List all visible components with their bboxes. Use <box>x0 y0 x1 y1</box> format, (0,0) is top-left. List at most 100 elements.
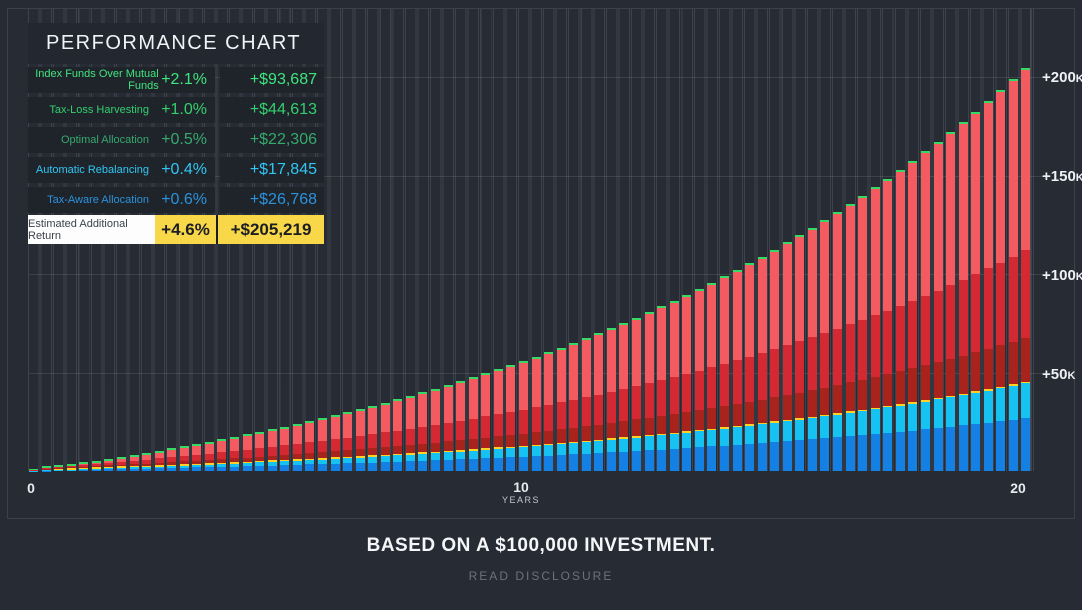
bar-segment <box>544 445 553 455</box>
bar-tip-accent <box>318 418 327 420</box>
bar-tip-accent <box>745 263 754 265</box>
bar-divider-accent <box>820 415 829 417</box>
bar <box>54 466 63 471</box>
legend-title: PERFORMANCE CHART <box>28 23 324 64</box>
bar-segment <box>54 468 63 469</box>
bar-segment <box>532 432 541 444</box>
bar-tip-accent <box>971 112 980 114</box>
bar-segment <box>255 466 264 471</box>
bar-tip-accent <box>908 161 917 163</box>
bar-segment <box>481 438 490 449</box>
bar-segment <box>418 461 427 471</box>
bar-segment <box>519 410 528 434</box>
bar-segment <box>1009 81 1018 256</box>
bar-divider-accent <box>959 394 968 396</box>
bar-tip-accent <box>104 459 113 461</box>
bar-tip-accent <box>820 220 829 222</box>
bar-segment <box>431 443 440 452</box>
bar-segment <box>343 463 352 471</box>
bar-divider-accent <box>481 448 490 450</box>
bar-divider-accent <box>833 413 842 415</box>
bar-segment <box>243 450 252 458</box>
bar-segment <box>431 425 440 443</box>
bar-segment <box>682 297 691 374</box>
bar-divider-accent <box>557 443 566 445</box>
bar-segment <box>393 446 402 454</box>
bar-tip-accent <box>92 461 101 463</box>
bar-tip-accent <box>795 235 804 237</box>
bar-segment <box>720 429 729 446</box>
bar-segment <box>733 404 742 426</box>
bar <box>42 468 51 471</box>
bar-tip-accent <box>896 170 905 172</box>
bar-segment <box>921 429 930 471</box>
legend-row: Index Funds Over Mutual Funds+2.1%+$93,6… <box>28 67 324 93</box>
bar-segment <box>959 356 968 394</box>
bar-segment <box>418 427 427 444</box>
bar-segment <box>293 454 302 459</box>
bar-segment <box>607 423 616 439</box>
bar-segment <box>268 466 277 471</box>
bar-segment <box>607 452 616 471</box>
bar-divider-accent <box>104 467 113 469</box>
bar-tip-accent <box>871 187 880 189</box>
bar-segment <box>481 450 490 458</box>
bar-segment <box>858 198 867 320</box>
bar-segment <box>808 230 817 338</box>
bar-segment <box>896 371 905 404</box>
bar-segment <box>167 462 176 464</box>
read-disclosure-link[interactable]: READ DISCLOSURE <box>0 569 1082 583</box>
bar-segment <box>670 449 679 471</box>
bar-segment <box>846 436 855 471</box>
bar <box>343 412 352 471</box>
bar-divider-accent <box>92 467 101 469</box>
bar <box>92 461 101 471</box>
bar-segment <box>243 458 252 462</box>
bar-segment <box>494 449 503 458</box>
bar-divider-accent <box>494 447 503 449</box>
bar-divider-accent <box>758 423 767 425</box>
bar-tip-accent <box>883 179 892 181</box>
bar-segment <box>79 469 88 470</box>
bar-segment <box>243 436 252 449</box>
bar-segment <box>883 311 892 375</box>
bar <box>670 301 679 471</box>
x-tick-10: 10 <box>491 479 551 495</box>
bar-segment <box>393 401 402 430</box>
legend-total-row: Estimated Additional Return +4.6% +$205,… <box>28 215 324 244</box>
bar-segment <box>255 434 264 448</box>
bar-segment <box>971 114 980 275</box>
bar-tip-accent <box>79 462 88 464</box>
bar <box>230 437 239 471</box>
bar-segment <box>494 436 503 447</box>
legend-row-label: Optimal Allocation <box>61 134 149 146</box>
bar-tip-accent <box>846 204 855 206</box>
bar-segment <box>582 340 591 397</box>
bar-segment <box>142 467 151 469</box>
bar-segment <box>582 442 591 454</box>
bar-divider-accent <box>783 420 792 422</box>
bar-segment <box>795 440 804 471</box>
bar-segment <box>996 421 1005 471</box>
bar <box>833 212 842 471</box>
bar-segment <box>858 380 867 410</box>
bar-divider-accent <box>243 462 252 464</box>
bar-segment <box>557 402 566 429</box>
bar-segment <box>619 325 628 389</box>
bar-segment <box>682 433 691 448</box>
bar-tip-accent <box>594 333 603 335</box>
performance-chart-screen: +200K +150K +100K +50K 0 10 YEARS 20 PER… <box>0 0 1082 610</box>
bar-tip-accent <box>670 301 679 303</box>
bar-segment <box>557 455 566 471</box>
bar-segment <box>783 441 792 471</box>
bar-segment <box>707 446 716 471</box>
bar-segment <box>293 465 302 471</box>
bar-segment <box>368 457 377 463</box>
bar-tip-accent <box>381 403 390 405</box>
bar-tip-accent <box>506 365 515 367</box>
bar-segment <box>217 464 226 467</box>
bar <box>959 122 968 471</box>
bar-segment <box>494 458 503 471</box>
bar-segment <box>720 406 729 427</box>
bar-segment <box>846 382 855 411</box>
